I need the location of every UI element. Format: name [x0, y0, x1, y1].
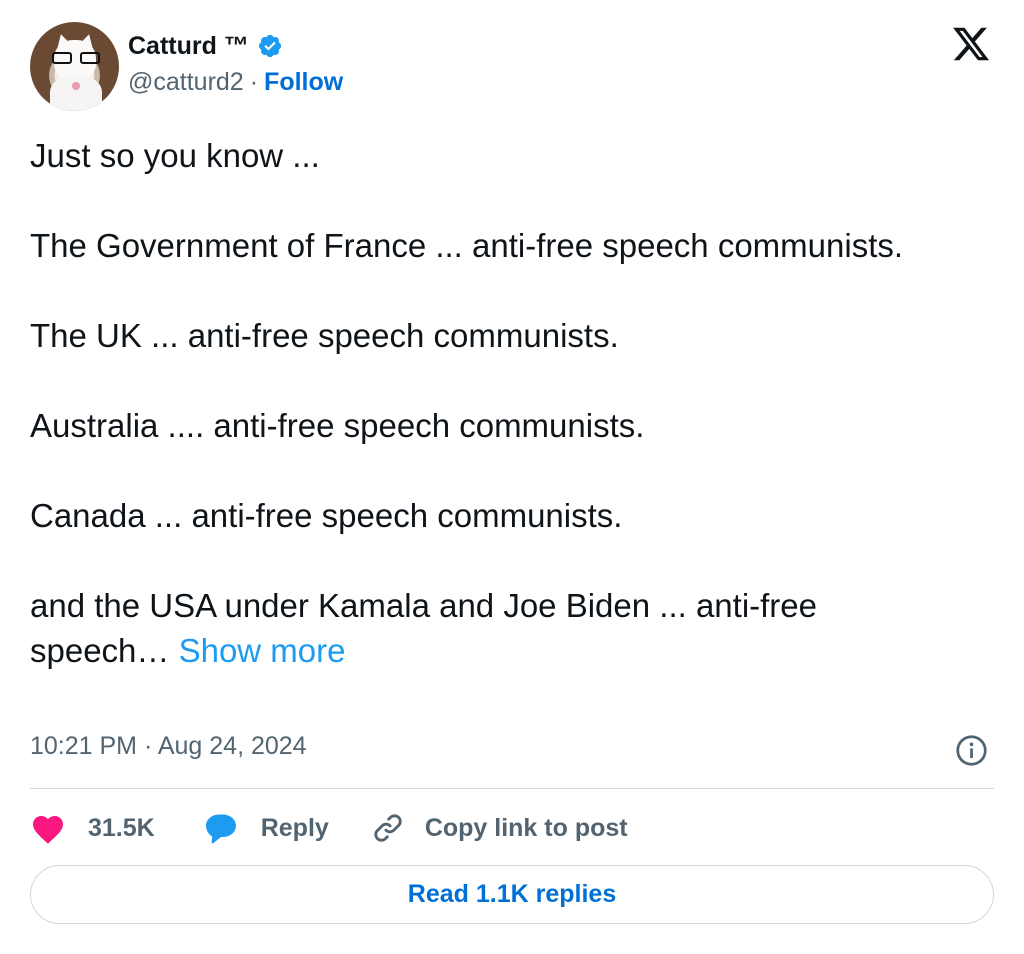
tweet-embed-card: Catturd ™ @catturd2 · Follow Just so you…	[0, 0, 1024, 954]
tweet-paragraph-last: and the USA under Kamala and Joe Biden .…	[30, 583, 960, 673]
author-handle[interactable]: @catturd2	[128, 68, 244, 97]
copy-link-label: Copy link to post	[424, 813, 628, 842]
like-button[interactable]: 31.5K	[30, 811, 155, 845]
reply-button[interactable]: Reply	[203, 811, 329, 845]
action-bar: 31.5K Reply Copy link to post	[30, 806, 628, 850]
like-count: 31.5K	[88, 813, 155, 842]
tweet-paragraph-text: and the USA under Kamala and Joe Biden .…	[30, 587, 818, 669]
tweet-paragraph: The UK ... anti-free speech communists.	[30, 317, 619, 354]
separator-dot: ·	[249, 68, 259, 96]
heart-icon	[33, 816, 63, 844]
tweet-paragraph: The Government of France ... anti-free s…	[30, 227, 904, 264]
link-icon	[374, 814, 402, 842]
copy-link-button[interactable]: Copy link to post	[371, 811, 628, 845]
tweet-paragraph: Australia .... anti-free speech communis…	[30, 407, 645, 444]
avatar-collar-bell	[72, 82, 80, 90]
tweet-paragraph: Canada ... anti-free speech communists.	[30, 497, 623, 534]
follow-button[interactable]: Follow	[264, 68, 343, 97]
reply-bubble-icon	[205, 814, 236, 844]
reply-label: Reply	[260, 813, 329, 842]
avatar[interactable]	[30, 22, 119, 111]
divider	[30, 788, 994, 789]
info-icon[interactable]	[955, 734, 988, 767]
author-display-name[interactable]: Catturd ™	[128, 32, 249, 61]
tweet-timestamp[interactable]: 10:21 PM · Aug 24, 2024	[30, 732, 307, 761]
read-replies-button[interactable]: Read 1.1K replies	[30, 865, 994, 924]
x-logo-icon[interactable]	[950, 24, 992, 64]
author-handle-row: @catturd2 · Follow	[128, 68, 343, 97]
author-name-row: Catturd ™	[128, 30, 283, 62]
tweet-paragraph: Just so you know ...	[30, 137, 320, 174]
show-more-link[interactable]: Show more	[179, 632, 346, 669]
tweet-body: Just so you know ... The Government of F…	[30, 133, 960, 673]
verified-badge-icon	[258, 34, 281, 58]
avatar-glasses	[52, 52, 100, 64]
